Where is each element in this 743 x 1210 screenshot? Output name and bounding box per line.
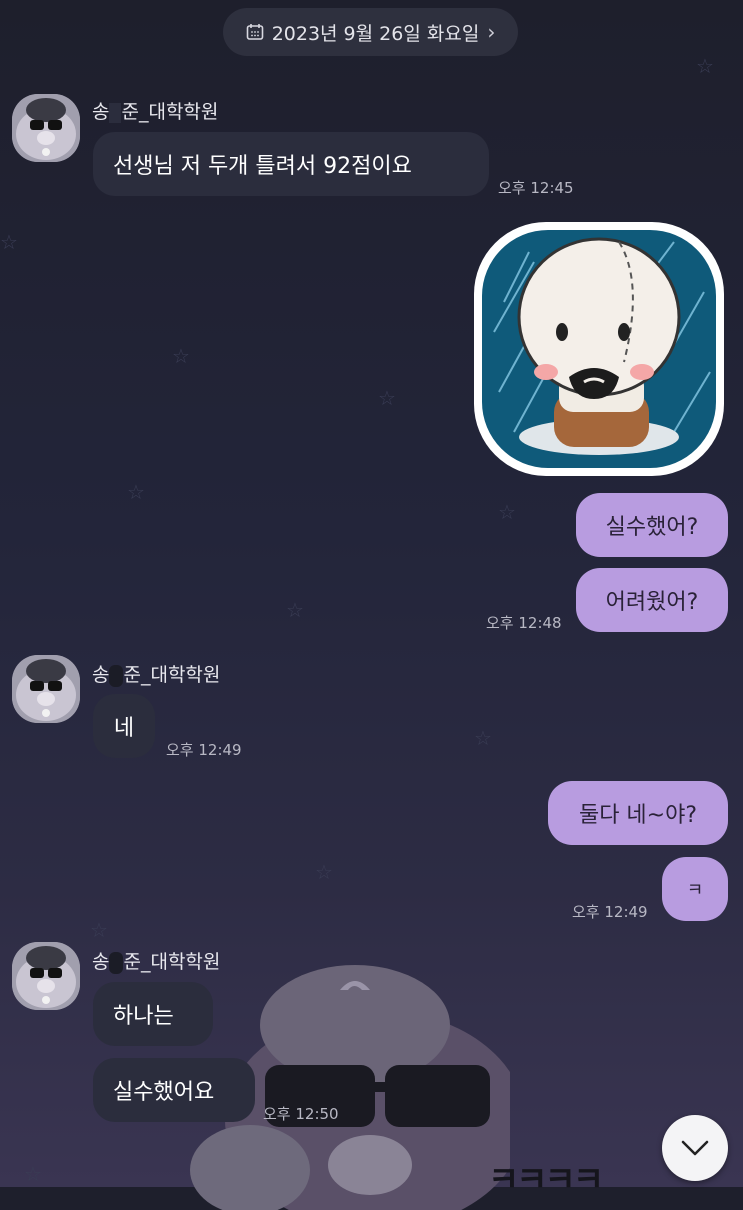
date-divider[interactable]: 2023년 9월 26일 화요일 › <box>223 8 518 56</box>
message-time: 오후 12:49 <box>572 903 648 921</box>
message-time: 오후 12:50 <box>263 1105 339 1123</box>
incoming-message[interactable]: 네 <box>93 694 155 758</box>
chevron-right-icon: › <box>487 20 496 44</box>
sticker-image[interactable] <box>474 222 724 476</box>
star-decoration: ☆ <box>0 230 18 254</box>
star-decoration: ☆ <box>24 1162 42 1186</box>
message-time: 오후 12:49 <box>166 741 242 759</box>
message-time: 오후 12:45 <box>498 179 574 197</box>
avatar-image <box>12 942 80 1010</box>
outgoing-message[interactable]: ㅋ <box>662 857 728 921</box>
message-text: 실수했어? <box>605 515 699 540</box>
star-decoration: ☆ <box>696 54 714 78</box>
avatar-image <box>12 94 80 162</box>
message-text: 선생님 저 두개 틀려서 92점이요 <box>113 154 412 179</box>
avatar[interactable] <box>12 942 80 1010</box>
incoming-message[interactable]: 실수했어요 <box>93 1058 255 1122</box>
message-text: 네 <box>113 716 135 741</box>
avatar-image <box>12 655 80 723</box>
avatar[interactable] <box>12 94 80 162</box>
sad-character-sticker <box>482 230 716 468</box>
message-text: 실수했어요 <box>113 1080 215 1105</box>
message-time: 오후 12:48 <box>486 614 562 632</box>
star-decoration: ☆ <box>315 860 333 884</box>
message-text: 하나는 <box>113 1004 174 1029</box>
outgoing-message[interactable]: 둘다 네~야? <box>548 781 728 845</box>
message-text: 둘다 네~야? <box>578 803 698 828</box>
sender-name: 송 준_대학학원 <box>92 664 221 687</box>
message-text: ㅋ <box>686 880 704 901</box>
star-decoration: ☆ <box>90 918 108 942</box>
incoming-message[interactable]: 하나는 <box>93 982 213 1046</box>
star-decoration: ☆ <box>286 598 304 622</box>
scroll-to-bottom-button[interactable] <box>662 1115 728 1181</box>
background-text: ㅋㅋㅋㅋ <box>488 1160 604 1200</box>
star-decoration: ☆ <box>378 386 396 410</box>
sender-name: 송 준_대학학원 <box>92 951 221 974</box>
date-label: 2023년 9월 26일 화요일 <box>271 22 480 45</box>
sender-name: 송 준_대학학원 <box>92 101 219 123</box>
outgoing-message[interactable]: 어려웠어? <box>576 568 728 632</box>
message-text: 어려웠어? <box>605 590 699 615</box>
star-decoration: ☆ <box>172 344 190 368</box>
star-decoration: ☆ <box>498 500 516 524</box>
star-decoration: ☆ <box>474 726 492 750</box>
chevron-down-icon <box>681 1140 709 1156</box>
avatar[interactable] <box>12 655 80 723</box>
star-decoration: ☆ <box>127 480 145 504</box>
calendar-icon <box>246 24 263 40</box>
outgoing-message[interactable]: 실수했어? <box>576 493 728 557</box>
incoming-message[interactable]: 선생님 저 두개 틀려서 92점이요 <box>93 132 489 196</box>
